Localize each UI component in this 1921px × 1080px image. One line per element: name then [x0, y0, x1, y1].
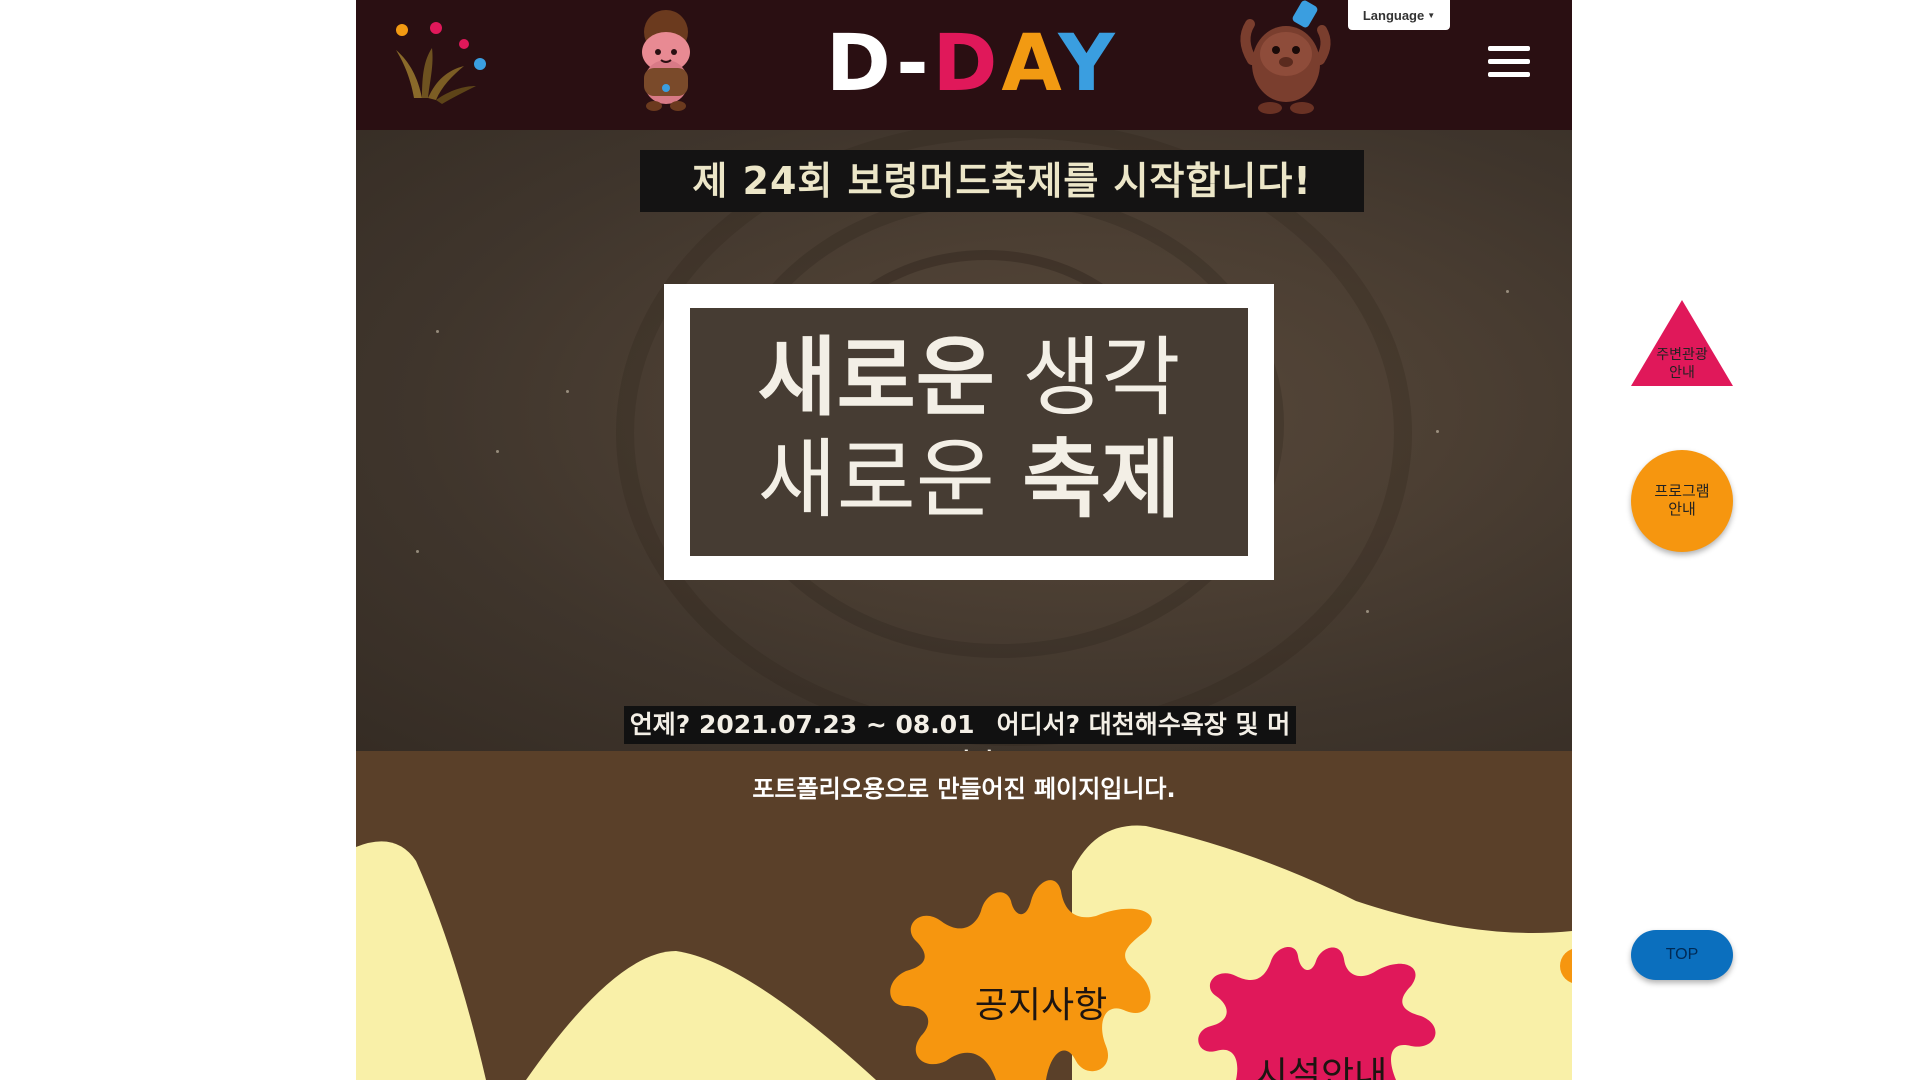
- language-dropdown-button[interactable]: Language ▼: [1348, 0, 1450, 30]
- scroll-top-button[interactable]: TOP: [1631, 930, 1733, 980]
- slogan-line-2-thin: 새로운: [757, 430, 1023, 530]
- mascot-girl-icon: [642, 10, 690, 111]
- language-label: Language: [1362, 7, 1425, 23]
- festival-where: 어디서? 대천해수욕장 및 머드광장: [925, 710, 1291, 751]
- mud-speck: [1436, 430, 1439, 433]
- program-line-2: 안내: [1668, 500, 1696, 518]
- facility-guide-link[interactable]: 시설안내: [1236, 1046, 1406, 1080]
- program-guide-button[interactable]: 프로그램 안내: [1631, 450, 1733, 552]
- title-part-4: Y: [1058, 19, 1119, 109]
- portfolio-notice: 포트폴리오용으로 만들어진 페이지입니다.: [752, 775, 1176, 803]
- program-guide-label: 프로그램 안내: [1631, 482, 1733, 518]
- hero-video: 제 24회 보령머드축제를 시작합니다! 새로운 생각 새로운 축제 언제? 2…: [356, 130, 1572, 751]
- slogan-line-1: 새로운 생각: [690, 328, 1248, 428]
- title-part-1: D-: [826, 19, 933, 109]
- content-section: 포트폴리오용으로 만들어진 페이지입니다. 공지사항 시설안내: [356, 751, 1572, 1080]
- notice-board-link[interactable]: 공지사항: [956, 976, 1126, 1028]
- mud-speck: [1506, 290, 1509, 293]
- site-title-logo[interactable]: D-DAY: [826, 22, 1119, 106]
- slogan-line-2: 새로운 축제: [690, 430, 1248, 530]
- slogan-panel: 새로운 생각 새로운 축제: [690, 308, 1248, 556]
- festival-date-place-banner: 언제? 2021.07.23 ~ 08.01어디서? 대천해수욕장 및 머드광장: [624, 706, 1296, 751]
- slogan-line-1-bold: 새로운: [757, 328, 995, 428]
- mascot-mud-icon: [1240, 0, 1331, 114]
- title-part-2: D: [932, 19, 1002, 109]
- mud-speck: [436, 330, 439, 333]
- header: D-DAY Language ▼: [356, 0, 1572, 130]
- mud-speck: [416, 550, 419, 553]
- menu-bar: [1488, 72, 1530, 77]
- slogan-frame: 새로운 생각 새로운 축제: [664, 284, 1274, 580]
- tourism-line-1: 주변관광: [1656, 347, 1708, 363]
- menu-bar: [1488, 59, 1530, 64]
- caret-down-icon: ▼: [1427, 10, 1436, 20]
- slogan-line-1-thin: 생각: [994, 328, 1181, 428]
- festival-when: 언제? 2021.07.23 ~ 08.01: [629, 710, 975, 739]
- mud-speck: [496, 450, 499, 453]
- menu-bar: [1488, 46, 1530, 51]
- hamburger-menu-icon[interactable]: [1488, 46, 1530, 80]
- program-line-1: 프로그램: [1654, 482, 1710, 500]
- nearby-tourism-label: 주변관광안내: [1631, 346, 1733, 382]
- site-container: D-DAY Language ▼ 제 24회 보령머드축제를 시작합니다! 새로…: [356, 0, 1572, 1080]
- mud-speck: [566, 390, 569, 393]
- mud-speck: [1366, 610, 1369, 613]
- nearby-tourism-button[interactable]: 주변관광안내: [1631, 300, 1733, 388]
- festival-headline-banner: 제 24회 보령머드축제를 시작합니다!: [640, 150, 1364, 212]
- tourism-line-2: 안내: [1669, 365, 1695, 381]
- slogan-line-2-bold: 축제: [1022, 430, 1181, 530]
- festival-logo-icon[interactable]: [392, 20, 502, 110]
- title-part-3: A: [1001, 19, 1059, 109]
